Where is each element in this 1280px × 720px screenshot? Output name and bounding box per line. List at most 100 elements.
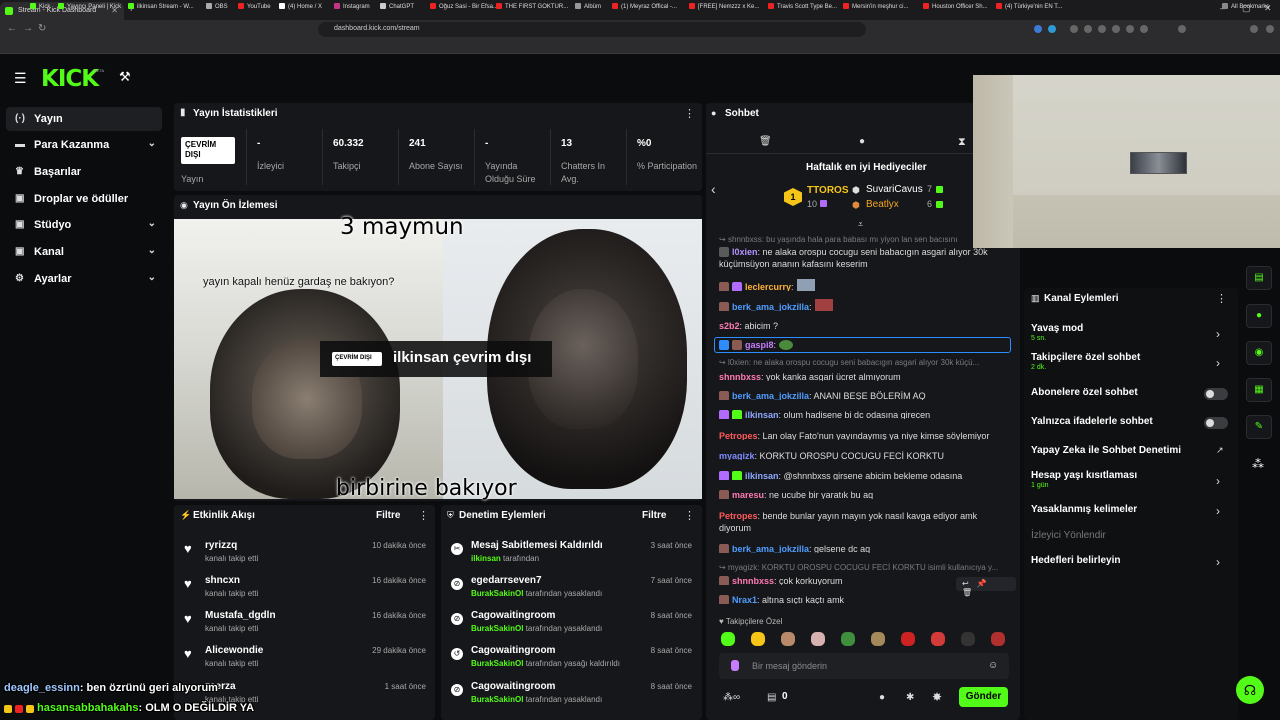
share-icon[interactable]: ⁂ [1252,457,1264,471]
chat-username[interactable]: gaspi8 [745,340,774,350]
extension-icon[interactable] [1098,25,1106,33]
bookmark-item[interactable]: OBS [206,3,228,10]
shop-icon[interactable]: ▤ [767,692,776,703]
chevron-left-icon[interactable]: ‹ [711,181,716,197]
chat-username[interactable]: ilkinsan [745,410,779,419]
extension-icon[interactable] [1084,25,1092,33]
channel-action-label[interactable]: Yavaş mod [1031,323,1083,334]
chat-username[interactable]: myagizk [719,451,755,460]
chat-icon[interactable]: ● [1246,304,1272,328]
chevron-right-icon[interactable]: › [1216,504,1220,518]
emote-icon[interactable] [781,632,795,646]
broadcast-icon[interactable]: ◉ [1246,341,1272,365]
extension-icon[interactable] [1070,25,1078,33]
channel-action-label[interactable]: Abonelere özel sohbet [1031,387,1138,398]
sidebar-item-5[interactable]: ▣ Kanal ⌄ [6,240,162,264]
toggle-switch[interactable] [1204,417,1228,429]
moderator-name[interactable]: BurakSakinOl [471,624,523,633]
sidebar-item-1[interactable]: ▬ Para Kazanma ⌄ [6,133,162,157]
moderation-more-icon[interactable]: ⋮ [684,509,695,522]
wrench-icon[interactable]: ✎ [1246,415,1272,439]
external-link-icon[interactable]: ↗ [1216,445,1224,456]
chat-username[interactable]: leclercurry [745,282,791,291]
document-icon[interactable]: ▤ [1246,266,1272,290]
bookmark-item[interactable]: (4) Türkiye'nin EN T... [996,3,1062,10]
sidebar-item-4[interactable]: ▣ Stüdyo ⌄ [6,213,162,237]
moderator-name[interactable]: BurakSakinOl [471,589,523,598]
layout-icon[interactable]: ▦ [1246,378,1272,402]
url-bar[interactable]: dashboard.kick.com/stream [318,22,866,37]
bookmark-item[interactable]: Instagram [334,3,370,10]
hourglass-icon[interactable]: ⧗ [958,136,966,149]
moderator-name[interactable]: BurakSakinOl [471,695,523,704]
back-icon[interactable]: ← [7,23,17,34]
bookmark-item[interactable]: Yayıncı Paneli | Kick [58,3,121,10]
emote-icon[interactable] [841,632,855,646]
moderation-target[interactable]: Cagowaitingroom [471,610,555,621]
chat-bubble-icon[interactable]: ● [879,692,885,703]
chevron-down-icon[interactable]: ⌄ [148,272,156,283]
extension-icon[interactable] [1126,25,1134,33]
forward-icon[interactable]: → [23,23,33,34]
bookmark-item[interactable]: Houston Officer Sh... [923,3,988,10]
kick-logo[interactable]: KICK [41,66,99,92]
bookmark-item[interactable]: Albüm [575,3,601,10]
emote-icon[interactable] [811,632,825,646]
channel-actions-more-icon[interactable]: ⋮ [1216,292,1227,305]
sidebar-item-0[interactable]: (·) Yayın [6,107,162,131]
trash-icon[interactable]: 🗑 [759,136,772,147]
extension-icon[interactable] [1112,25,1120,33]
chevron-right-icon[interactable]: › [1216,327,1220,341]
channel-action-label[interactable]: Yasaklanmış kelimeler [1031,504,1137,515]
chevron-right-icon[interactable]: › [1216,356,1220,370]
moderation-target[interactable]: Mesaj Sabitlemesi Kaldırıldı [471,540,603,551]
emote-icon[interactable] [721,632,735,646]
menu-icon[interactable] [1266,25,1274,33]
sidebar-item-2[interactable]: ♛ Başarılar [6,160,162,184]
message-icon[interactable]: ● [859,136,865,147]
chat-username[interactable]: berk_ama_jokzilla [732,391,809,400]
bookmark-item[interactable]: [FREE] Nemzzz x Ke... [689,3,759,10]
mic-icon[interactable] [731,660,739,671]
follower-name[interactable]: Mustafa_dgdln [205,610,276,621]
reload-icon[interactable]: ↻ [38,23,46,34]
all-bookmarks[interactable]: All Bookmarks [1222,3,1269,10]
bookmark-item[interactable]: ilkinsan Stream - W... [128,3,194,10]
activity-filter-button[interactable]: Filtre [376,510,400,521]
sidebar-item-3[interactable]: ▣ Droplar ve ödüller [6,187,162,211]
emoji-icon[interactable]: ☺ [988,660,998,671]
emote-icon[interactable] [901,632,915,646]
collapse-icon[interactable]: ⩡ [858,219,863,230]
settings-badge-icon[interactable]: ✸ [932,690,942,704]
support-icon[interactable]: ☊ [1236,676,1264,704]
bookmark-item[interactable]: Oğuz Sasi - Bir Efsa... [430,3,498,10]
emote-icon[interactable] [991,632,1005,646]
bookmark-item[interactable]: ChatGPT [380,3,414,10]
follower-name[interactable]: ryrizzq [205,540,237,551]
chat-username[interactable]: l0xien [732,247,758,257]
bookmark-item[interactable]: (1) Meyraz Offical -... [612,3,677,10]
channel-action-label[interactable]: Hedefleri belirleyin [1031,555,1120,566]
moderation-filter-button[interactable]: Filtre [642,510,666,521]
follower-name[interactable]: shncxn [205,575,240,586]
chevron-down-icon[interactable]: ⌄ [148,218,156,229]
chevron-right-icon[interactable]: › [1216,474,1220,488]
moderation-target[interactable]: Cagowaitingroom [471,681,555,692]
chat-username[interactable]: ilkinsan [745,471,779,480]
activity-more-icon[interactable]: ⋮ [418,509,429,522]
emote-icon[interactable] [931,632,945,646]
bookmark-item[interactable]: YouTube [238,3,271,10]
points-icon[interactable]: ⁂∞ [723,692,740,703]
chat-username[interactable]: maresu [732,490,764,499]
channel-action-label[interactable]: Yapay Zeka ile Sohbet Denetimi [1031,445,1181,456]
profile-icon[interactable] [1250,25,1258,33]
extension-icon[interactable] [1140,25,1148,33]
send-button[interactable]: Gönder [959,687,1008,707]
channel-action-label[interactable]: Yalnızca ifadelerle sohbet [1031,416,1153,427]
bookmark-item[interactable]: Kick [30,3,50,10]
extension-icon[interactable] [1048,25,1056,33]
chevron-down-icon[interactable]: ⌄ [148,245,156,256]
stats-more-icon[interactable]: ⋮ [684,107,695,120]
emote-icon[interactable] [751,632,765,646]
bookmark-item[interactable]: (4) Home / X [279,3,322,10]
